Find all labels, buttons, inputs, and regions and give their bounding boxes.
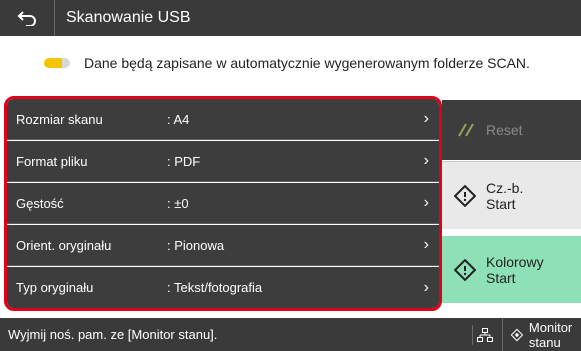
setting-label: Gęstość xyxy=(16,195,64,211)
status-monitor-button[interactable]: Monitor stanu xyxy=(502,318,581,351)
chevron-right-icon: › xyxy=(423,152,429,169)
chevron-right-icon: › xyxy=(423,194,429,211)
chevron-right-icon: › xyxy=(423,236,429,253)
color-start-line1: Kolorowy xyxy=(486,253,544,270)
setting-value: : Pionowa xyxy=(167,237,225,253)
status-message: Wyjmij noś. pam. ze [Monitor stanu]. xyxy=(8,327,218,342)
reset-icon xyxy=(458,123,474,137)
reset-label: Reset xyxy=(486,122,523,138)
color-start-line2: Start xyxy=(486,269,516,286)
setting-row-scan-size[interactable]: Rozmiar skanu : A4 › xyxy=(7,99,439,140)
network-icon[interactable] xyxy=(472,325,497,345)
back-arrow-icon xyxy=(17,11,36,26)
monitor-icon xyxy=(511,328,523,341)
bw-start-button[interactable]: Cz.-b. Start xyxy=(442,161,581,229)
setting-value: : ±0 xyxy=(167,195,189,211)
info-text: Dane będą zapisane w automatycznie wygen… xyxy=(84,55,530,71)
setting-row-density[interactable]: Gęstość : ±0 › xyxy=(7,183,439,224)
setting-value: : Tekst/fotografia xyxy=(167,280,263,295)
page-title: Skanowanie USB xyxy=(66,9,191,26)
back-button[interactable] xyxy=(0,0,55,36)
setting-value: : A4 xyxy=(167,111,190,127)
setting-row-original-type[interactable]: Typ oryginału : Tekst/fotografia › xyxy=(7,267,439,308)
color-start-button[interactable]: Kolorowy Start xyxy=(442,236,581,303)
setting-label: Format pliku xyxy=(16,153,88,169)
setting-row-file-format[interactable]: Format pliku : PDF › xyxy=(7,141,439,182)
setting-label: Typ oryginału xyxy=(16,280,94,295)
monitor-label: Monitor stanu xyxy=(528,319,573,350)
usb-drive-icon xyxy=(44,58,70,68)
setting-value: : PDF xyxy=(167,153,201,169)
setting-label: Orient. oryginału xyxy=(16,237,112,253)
status-bar: Wyjmij noś. pam. ze [Monitor stanu]. Mon… xyxy=(0,318,581,351)
settings-list: Rozmiar skanu : A4 › Format pliku : PDF … xyxy=(4,96,442,311)
setting-label: Rozmiar skanu xyxy=(16,111,103,127)
start-diamond-icon xyxy=(454,258,476,281)
title-bar: Skanowanie USB xyxy=(0,0,581,36)
info-banner: Dane będą zapisane w automatycznie wygen… xyxy=(0,36,581,90)
reset-button[interactable]: Reset xyxy=(442,100,581,160)
start-diamond-icon xyxy=(454,184,476,207)
chevron-right-icon: › xyxy=(423,278,429,296)
chevron-right-icon: › xyxy=(423,110,429,127)
bw-start-line2: Start xyxy=(486,195,516,212)
bw-start-line1: Cz.-b. xyxy=(486,179,524,196)
setting-row-orientation[interactable]: Orient. oryginału : Pionowa › xyxy=(7,225,439,266)
